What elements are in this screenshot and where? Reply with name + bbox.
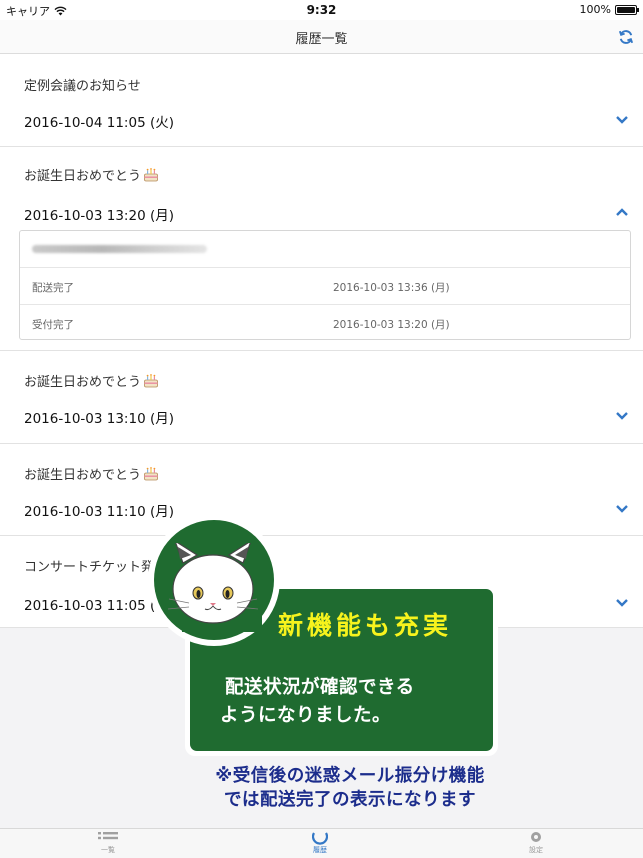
status-time: 2016-10-03 13:20 (月) xyxy=(333,319,450,331)
battery-indicator: 100% xyxy=(579,3,639,16)
history-item-title-text: お誕生日おめでとう xyxy=(24,468,142,483)
history-item[interactable]: 定例会議のお知らせ 2016-10-04 11:05 (火) xyxy=(0,55,643,147)
status-label: 受付完了 xyxy=(32,319,74,331)
history-item-title: お誕生日おめでとう xyxy=(24,464,159,483)
history-item-date: 2016-10-03 13:20 (月) xyxy=(24,208,174,224)
history-item-title-text: コンサートチケット発 xyxy=(24,560,155,575)
chevron-down-icon[interactable] xyxy=(615,598,629,608)
birthday-cake-icon xyxy=(144,374,158,388)
battery-icon xyxy=(615,4,639,15)
battery-percent: 100% xyxy=(579,3,611,16)
history-item-date: 2016-10-03 13:10 (月) xyxy=(24,411,174,427)
delivery-status-row: 受付完了 2016-10-03 13:20 (月) xyxy=(20,304,630,341)
history-item-date: 2016-10-03 11:10 (月) xyxy=(24,504,174,520)
delivery-status-row: 配送完了 2016-10-03 13:36 (月) xyxy=(20,267,630,304)
list-icon xyxy=(98,832,118,840)
status-time: 2016-10-03 13:36 (月) xyxy=(333,282,450,294)
chevron-down-icon[interactable] xyxy=(615,504,629,514)
history-item-title: お誕生日おめでとう xyxy=(24,371,159,390)
chevron-up-icon[interactable] xyxy=(615,207,629,217)
history-item[interactable]: お誕生日おめでとう 2016-10-03 13:10 (月) xyxy=(0,351,643,444)
tab-history[interactable]: 履歴 xyxy=(260,831,380,855)
history-item-title: 定例会議のお知らせ xyxy=(24,75,141,94)
chevron-down-icon[interactable] xyxy=(615,411,629,421)
navigation-bar: 履歴一覧 xyxy=(0,20,643,54)
history-icon xyxy=(312,832,328,845)
tab-settings[interactable]: 設定 xyxy=(476,831,596,855)
history-item-date: 2016-10-03 11:05 (月 xyxy=(24,598,169,614)
history-item-title: コンサートチケット発 xyxy=(24,556,154,575)
tab-bar: 一覧 履歴 設定 xyxy=(0,828,643,858)
history-item[interactable]: コンサートチケット発 2016-10-03 11:05 (月 xyxy=(0,536,643,628)
history-item-title-text: お誕生日おめでとう xyxy=(24,375,142,390)
recipient-address-redacted xyxy=(32,245,207,253)
status-label: 配送完了 xyxy=(32,282,74,294)
delivery-status-panel: 配送完了 2016-10-03 13:36 (月) 受付完了 2016-10-0… xyxy=(19,230,631,340)
chevron-down-icon[interactable] xyxy=(615,115,629,125)
tab-label: 一覧 xyxy=(101,846,115,854)
birthday-cake-icon xyxy=(144,168,158,182)
empty-list-area xyxy=(0,628,643,828)
refresh-icon[interactable] xyxy=(617,28,635,46)
page-title: 履歴一覧 xyxy=(295,32,348,47)
clock: 9:32 xyxy=(306,3,337,17)
tab-list[interactable]: 一覧 xyxy=(48,831,168,855)
tab-label: 設定 xyxy=(529,846,543,854)
history-item-title: お誕生日おめでとう xyxy=(24,165,159,184)
gear-icon xyxy=(531,832,541,842)
status-bar: キャリア 9:32 100% xyxy=(0,0,643,20)
history-item-title-text: お誕生日おめでとう xyxy=(24,169,142,184)
birthday-cake-icon xyxy=(144,467,158,481)
history-item[interactable]: お誕生日おめでとう 2016-10-03 11:10 (月) xyxy=(0,444,643,536)
history-item-date: 2016-10-04 11:05 (火) xyxy=(24,115,174,131)
tab-label: 履歴 xyxy=(313,846,327,854)
history-item-title-text: 定例会議のお知らせ xyxy=(24,79,141,94)
